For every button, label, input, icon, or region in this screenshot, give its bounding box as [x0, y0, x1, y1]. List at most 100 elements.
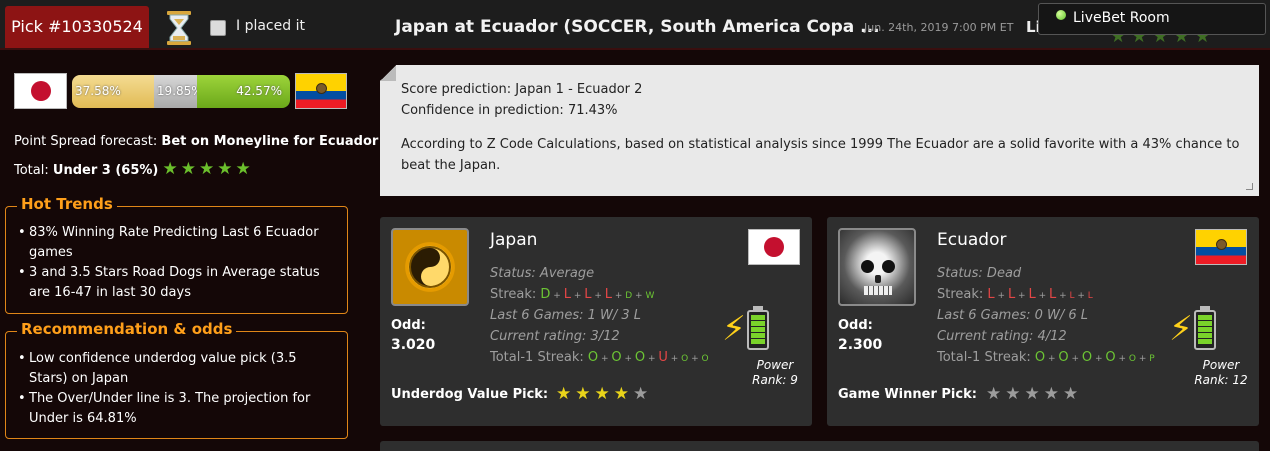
total-streak-sequence: O + O + O + O + O + P: [1034, 350, 1155, 365]
streak-sequence: L + L + L + L + L + L: [987, 287, 1093, 302]
home-win-pct: 37.58%: [72, 75, 154, 108]
team-streak: Streak: L + L + L + L + L + L: [937, 287, 1093, 302]
streak-result: D: [540, 287, 551, 302]
point-spread-forecast: Point Spread forecast: Bet on Moneyline …: [14, 134, 378, 149]
page-fold-icon: [380, 65, 396, 81]
recommendation-title: Recommendation & odds: [17, 320, 237, 338]
power-rank: Rank: 12: [1194, 373, 1248, 387]
team-name: Ecuador: [937, 230, 1007, 250]
streak-result: O: [1105, 350, 1116, 365]
total-streak-label: Total-1 Streak:: [937, 350, 1031, 365]
streak-result: U: [658, 350, 668, 365]
streak-result: W: [645, 291, 655, 301]
placed-label: I placed it: [236, 18, 305, 34]
point-spread-value: Bet on Moneyline for Ecuador: [161, 134, 379, 149]
draw-pct: 19.85%: [153, 75, 203, 108]
placed-checkbox[interactable]: [210, 20, 226, 36]
hot-trends-panel: Hot Trends 83% Winning Rate Predicting L…: [5, 195, 348, 314]
streak-result: L: [987, 287, 995, 302]
rating-star-icon: ★: [613, 384, 633, 404]
odd-value: 3.020: [391, 337, 436, 353]
rating-star-icon: ★: [1063, 384, 1083, 404]
streak-result: O: [701, 354, 709, 364]
total-rating-stars: ★★★★★: [162, 159, 254, 179]
away-win-pct: 42.57%: [197, 75, 290, 108]
streak-result: L: [604, 287, 612, 302]
odd-label: Odd:: [391, 318, 426, 333]
ecuador-flag-icon: [1195, 229, 1247, 265]
pick-label: Underdog Value Pick:: [391, 387, 549, 402]
team-total-streak: Total-1 Streak: O + O + O + U + O + O: [490, 350, 709, 365]
total-streak-label: Total-1 Streak:: [490, 350, 584, 365]
recommendation-panel: Recommendation & odds Low confidence und…: [5, 320, 348, 439]
ecuador-flag-icon: [295, 73, 347, 109]
recommendation-item: Low confidence underdog value pick (3.5 …: [18, 349, 337, 389]
power-label: Power: [1202, 358, 1240, 372]
odd-label: Odd:: [838, 318, 873, 333]
team-rating: Current rating: 4/12: [937, 329, 1067, 344]
team-last6: Last 6 Games: 0 W/ 6 L: [937, 308, 1089, 323]
match-title: Japan at Ecuador (SOCCER, South America …: [395, 17, 880, 37]
streak-result: O: [1034, 350, 1046, 365]
pick-page: Pick #10330524 I placed it Japan at Ecua…: [0, 0, 1270, 451]
team-card-ecuador: Ecuador Status: Dead Streak: L + L + L +…: [827, 217, 1259, 426]
total-label: Total:: [14, 163, 49, 178]
rating-star-icon: ★: [556, 384, 576, 404]
pick-rating-stars: ★★★★★: [556, 384, 652, 404]
rating-star-icon: ★: [633, 384, 653, 404]
hourglass-icon: [167, 11, 191, 45]
japan-flag-icon: [748, 229, 800, 265]
team-rating: Current rating: 3/12: [490, 329, 620, 344]
livebet-label: LiveBet Room: [1073, 10, 1170, 26]
point-spread-label: Point Spread forecast:: [14, 134, 158, 149]
team-last6: Last 6 Games: 1 W/ 3 L: [490, 308, 642, 323]
streak-result: O: [1128, 354, 1136, 364]
pick-tab[interactable]: Pick #10330524: [5, 6, 149, 48]
odds-bar: 37.58% 19.85% 42.57%: [72, 75, 290, 108]
power-battery-icon: ⚡: [722, 305, 784, 357]
streak-result: O: [587, 350, 599, 365]
prediction-textbox[interactable]: Score prediction: Japan 1 - Ecuador 2 Co…: [380, 65, 1259, 196]
trend-item: 3 and 3.5 Stars Road Dogs in Average sta…: [18, 263, 337, 303]
japan-flag-icon: [14, 73, 67, 109]
next-card-strip: [380, 441, 1259, 451]
total-forecast: Total: Under 3 (65%) ★★★★★: [14, 159, 254, 179]
streak-result: L: [1087, 291, 1093, 301]
hot-trends-title: Hot Trends: [17, 195, 117, 213]
streak-result: O: [634, 350, 646, 365]
odd-value: 2.300: [838, 337, 883, 353]
trend-item: 83% Winning Rate Predicting Last 6 Ecuad…: [18, 223, 337, 263]
recommendation-item: The Over/Under line is 3. The projection…: [18, 389, 337, 429]
team-status: Status: Average: [490, 266, 595, 281]
power-battery-icon: ⚡: [1169, 305, 1231, 357]
pick-rating-stars: ★★★★★: [986, 384, 1082, 404]
power-rank: Rank: 9: [752, 373, 798, 387]
resize-grip-icon[interactable]: [1246, 183, 1253, 190]
match-date: Jun. 24th, 2019 7:00 PM ET: [864, 21, 1014, 34]
streak-label: Streak:: [490, 287, 537, 302]
streak-result: L: [1028, 287, 1036, 302]
team-total-streak: Total-1 Streak: O + O + O + O + O + P: [937, 350, 1155, 365]
team-streak: Streak: D + L + L + L + D + W: [490, 287, 654, 302]
rating-star-icon: ★: [986, 384, 1006, 404]
streak-sequence: D + L + L + L + D + W: [540, 287, 655, 302]
rating-star-icon: ★: [1043, 384, 1063, 404]
streak-result: L: [563, 287, 571, 302]
total-value: Under 3 (65%): [52, 163, 159, 178]
streak-result: O: [1081, 350, 1093, 365]
online-status-icon: [1056, 10, 1066, 20]
confidence-prediction: Confidence in prediction: 71.43%: [401, 103, 618, 118]
team-status: Status: Dead: [937, 266, 1022, 281]
score-prediction: Score prediction: Japan 1 - Ecuador 2: [401, 82, 643, 97]
rating-star-icon: ★: [1024, 384, 1044, 404]
skull-icon: [838, 228, 916, 306]
team-name: Japan: [490, 230, 538, 250]
streak-result: P: [1149, 354, 1155, 364]
rating-star-icon: ★: [575, 384, 595, 404]
livebet-room-button[interactable]: LiveBet Room: [1038, 3, 1266, 35]
rating-star-icon: ★: [594, 384, 614, 404]
pick-label: Game Winner Pick:: [838, 387, 977, 402]
streak-label: Streak:: [937, 287, 984, 302]
rating-star-icon: ★: [1005, 384, 1025, 404]
yin-yang-icon: [391, 228, 469, 306]
